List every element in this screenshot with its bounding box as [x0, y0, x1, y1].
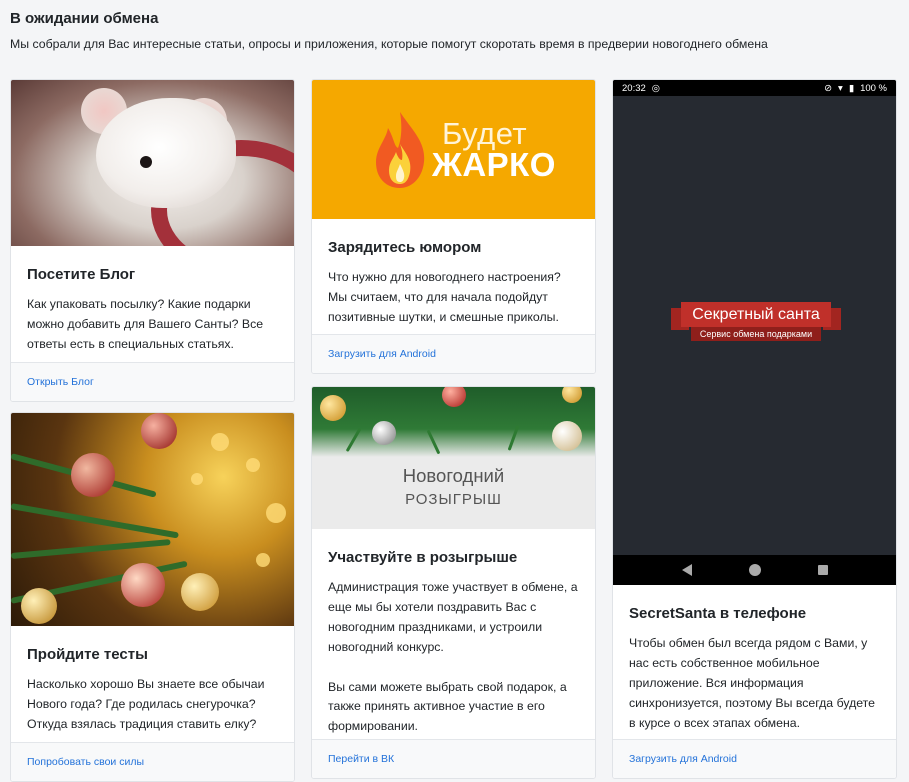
ornament-silver	[372, 421, 396, 445]
card-blog: Посетите Блог Как упаковать посылку? Как…	[10, 79, 295, 402]
page-title: В ожидании обмена	[10, 10, 159, 27]
phone-time: 20:32	[622, 82, 646, 94]
bokeh-light	[246, 458, 260, 472]
card-footer: Перейти в ВК	[312, 739, 595, 778]
card-title: SecretSanta в телефоне	[629, 605, 807, 622]
card-text: Чтобы обмен был всегда рядом с Вами, у н…	[629, 636, 876, 730]
tree-branch	[11, 539, 171, 559]
card-footer: Загрузить для Android	[312, 334, 595, 373]
card-text: Как упаковать посылку? Какие подарки мож…	[27, 297, 264, 351]
flame-icon	[376, 112, 425, 188]
tree-branch	[11, 503, 179, 539]
card-humor: Будет ЖАРКО Зарядитесь юмором Что нужно …	[311, 79, 596, 374]
bokeh-light	[211, 433, 229, 451]
go-to-vk-link[interactable]: Перейти в ВК	[328, 753, 394, 765]
card-text: Администрация тоже участвует в обмене, а…	[328, 580, 578, 734]
phone-screenshot: 20:32 ◎ ⊘ ▾ ▮ 100 % Секретный санта Серв…	[613, 80, 896, 585]
try-tests-link[interactable]: Попробовать свои силы	[27, 756, 144, 768]
card-contest: Новогодний РОЗЫГРЫШ Участвуйте в розыгры…	[311, 386, 596, 779]
nav-home-icon	[748, 564, 761, 576]
contest-image-text-2: РОЗЫГРЫШ	[405, 491, 502, 508]
ornament-red	[141, 413, 177, 449]
rat-image	[11, 80, 294, 246]
card-title: Участвуйте в розыгрыше	[328, 549, 518, 566]
humor-image-text-2: ЖАРКО	[432, 146, 556, 183]
ornament-gold	[181, 573, 219, 611]
ornament-gold	[320, 395, 346, 421]
card-footer: Открыть Блог	[11, 362, 294, 401]
app-banner-title: Секретный санта	[681, 302, 831, 327]
contest-image: Новогодний РОЗЫГРЫШ	[312, 387, 595, 529]
card-title: Пройдите тесты	[27, 646, 148, 663]
humor-image: Будет ЖАРКО	[312, 80, 595, 219]
bokeh-light	[256, 553, 270, 567]
ornament-gold	[21, 588, 57, 624]
rat-eye	[140, 156, 152, 168]
phone-status-bar: 20:32 ◎ ⊘ ▾ ▮ 100 %	[613, 80, 896, 96]
battery-icon: ▮	[848, 82, 855, 94]
app-banner-subtitle: Сервис обмена подарками	[691, 327, 821, 341]
open-blog-link[interactable]: Открыть Блог	[27, 376, 94, 388]
ornament-red	[121, 563, 165, 607]
card-footer: Загрузить для Android	[613, 739, 896, 778]
ornament-cream	[552, 421, 582, 451]
card-app: 20:32 ◎ ⊘ ▾ ▮ 100 % Секретный санта Серв…	[612, 79, 897, 779]
nav-recent-icon	[817, 565, 828, 575]
card-footer: Попробовать свои силы	[11, 742, 294, 781]
page-subtitle: Мы собрали для Вас интересные статьи, оп…	[10, 37, 768, 51]
phone-battery: 100 %	[860, 82, 887, 94]
app-banner: Секретный санта Сервис обмена подарками	[671, 302, 841, 342]
card-text: Что нужно для новогоднего настроения? Мы…	[328, 270, 561, 324]
card-text: Насколько хорошо Вы знаете все обычаи Но…	[27, 677, 265, 731]
ornament-red	[71, 453, 115, 497]
sync-icon: ◎	[651, 82, 661, 94]
download-android-link[interactable]: Загрузить для Android	[328, 348, 436, 360]
christmas-tree-image	[11, 413, 294, 626]
card-tests: Пройдите тесты Насколько хорошо Вы знает…	[10, 412, 295, 782]
card-title: Посетите Блог	[27, 266, 136, 283]
rat-head	[96, 98, 236, 208]
nav-back-icon	[681, 564, 692, 576]
card-title: Зарядитесь юмором	[328, 239, 482, 256]
wifi-icon: ▾	[838, 82, 843, 94]
bokeh-light	[191, 473, 203, 485]
mute-icon: ⊘	[824, 82, 833, 94]
phone-nav-bar	[613, 555, 896, 585]
contest-image-text-1: Новогодний	[402, 465, 505, 486]
download-app-android-link[interactable]: Загрузить для Android	[629, 753, 737, 765]
bokeh-light	[266, 503, 286, 523]
